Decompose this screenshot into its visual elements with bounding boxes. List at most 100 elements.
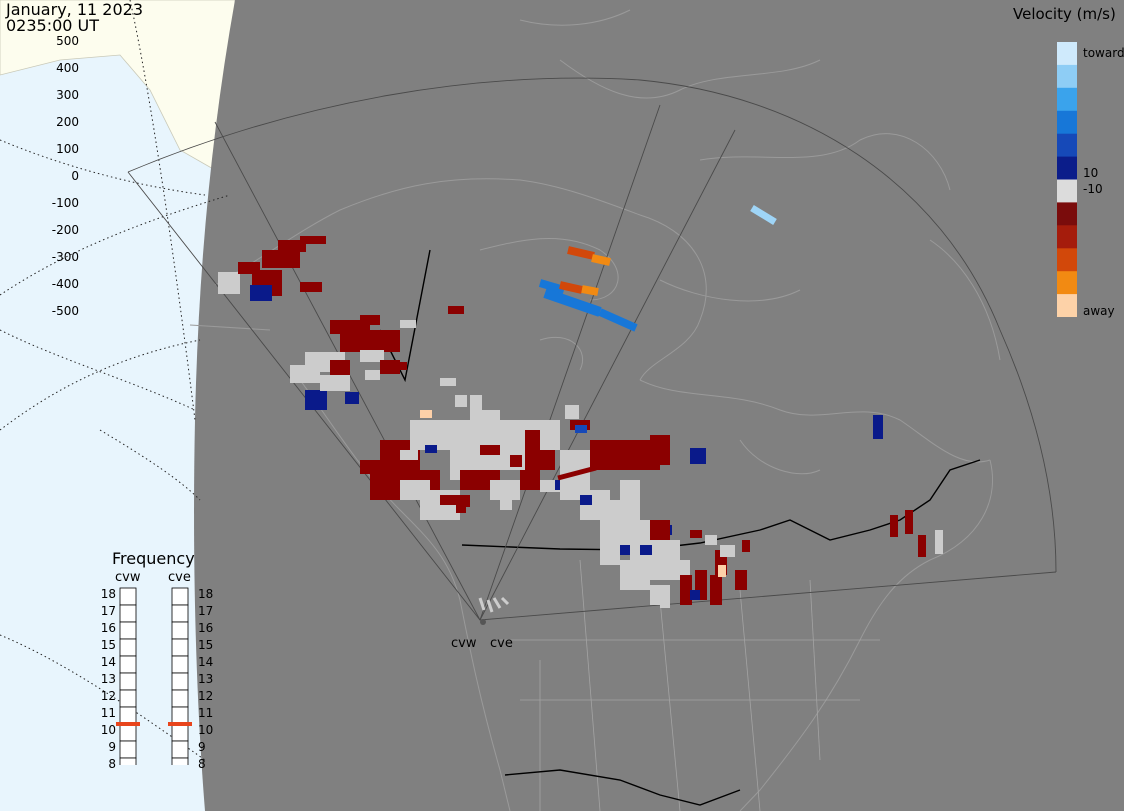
echo-cell bbox=[500, 500, 512, 510]
echo-streak bbox=[559, 281, 583, 294]
colorbar-tick-label: 100 bbox=[56, 142, 79, 156]
night-shade bbox=[194, 0, 1124, 811]
echo-cell bbox=[420, 410, 432, 418]
frequency-marker bbox=[168, 722, 192, 726]
frequency-level-label: 15 bbox=[100, 638, 116, 652]
freq-cell bbox=[119, 706, 137, 725]
freq-cell bbox=[171, 706, 189, 725]
echo-cell bbox=[710, 575, 722, 605]
colorbar-segment bbox=[1057, 225, 1077, 249]
echo-cell bbox=[935, 530, 943, 554]
frequency-level-label: 16 bbox=[100, 621, 116, 635]
freq-cell bbox=[171, 604, 189, 623]
echo-cell bbox=[365, 370, 380, 380]
echo-cell bbox=[620, 560, 650, 590]
echo-cell bbox=[490, 480, 520, 500]
frequency-level-label: 10 bbox=[198, 723, 214, 737]
freq-cell bbox=[119, 587, 137, 606]
echo-cell bbox=[425, 445, 437, 453]
freq-cell bbox=[171, 723, 189, 742]
frequency-level-label: 12 bbox=[198, 689, 214, 703]
freq-cell bbox=[119, 621, 137, 640]
echo-cell bbox=[705, 535, 717, 545]
colorbar-tick-label: -200 bbox=[51, 223, 79, 237]
freq-cell bbox=[119, 723, 137, 742]
frequency-level-label: 18 bbox=[198, 587, 214, 601]
colorbar-segment bbox=[1057, 156, 1077, 180]
colorbar-segment bbox=[1057, 294, 1077, 317]
echo-cell bbox=[718, 565, 726, 577]
echo-cell bbox=[575, 425, 587, 433]
echo-cell bbox=[540, 420, 560, 450]
echo-cell bbox=[510, 455, 522, 467]
frequency-level-label: 8 bbox=[108, 757, 116, 771]
colorbar-toward-label: toward bbox=[1083, 46, 1124, 60]
frequency-level-label: 9 bbox=[108, 740, 116, 754]
freq-cell bbox=[171, 672, 189, 691]
frequency-level-label: 11 bbox=[100, 706, 116, 720]
freq-cell bbox=[171, 587, 189, 606]
freq-radar-label-cve: cve bbox=[168, 570, 191, 585]
echo-cell bbox=[690, 590, 700, 600]
freq-cell bbox=[119, 757, 137, 765]
colorbar-tick-label: -400 bbox=[51, 277, 79, 291]
freq-cell bbox=[171, 757, 189, 765]
colorbar-away-label: away bbox=[1083, 304, 1115, 318]
echo-cell bbox=[742, 540, 750, 552]
site-label-cve: cve bbox=[490, 636, 513, 651]
colorbar-segment bbox=[1057, 64, 1077, 89]
echo-cell bbox=[580, 495, 592, 505]
echo-cell bbox=[395, 362, 407, 370]
colorbar-tick-label: -100 bbox=[51, 196, 79, 210]
freq-cell bbox=[119, 604, 137, 623]
colorbar-segment bbox=[1057, 179, 1077, 203]
frequency-level-label: 11 bbox=[198, 706, 214, 720]
freq-cell bbox=[119, 740, 137, 759]
echo-cell bbox=[218, 272, 240, 294]
echo-cell bbox=[918, 535, 926, 557]
freq-cell bbox=[171, 655, 189, 674]
echo-cell bbox=[565, 405, 579, 419]
colorbar-segment bbox=[1057, 248, 1077, 272]
echo-cell bbox=[440, 378, 456, 386]
echo-cell bbox=[660, 598, 670, 608]
echo-cell bbox=[262, 250, 300, 268]
echo-cell bbox=[640, 545, 652, 555]
echo-cell bbox=[400, 480, 430, 500]
colorbar-tick-label: 500 bbox=[56, 34, 79, 48]
echo-cell bbox=[400, 450, 418, 460]
colorbar-segment bbox=[1057, 202, 1077, 226]
echo-cell bbox=[905, 510, 913, 534]
echo-streak bbox=[591, 254, 611, 266]
frequency-level-label: 12 bbox=[100, 689, 116, 703]
echo-cell bbox=[250, 285, 272, 301]
frequency-level-label: 13 bbox=[198, 672, 214, 686]
echo-cell bbox=[456, 505, 466, 513]
frequency-level-label: 17 bbox=[100, 604, 116, 618]
freq-radar-label-cvw: cvw bbox=[115, 570, 141, 585]
colorbar-segment bbox=[1057, 42, 1077, 66]
frequency-level-label: 15 bbox=[198, 638, 214, 652]
echo-cell bbox=[455, 395, 467, 407]
colorbar-segment bbox=[1057, 110, 1077, 135]
echo-cell bbox=[890, 515, 898, 537]
echo-cell bbox=[300, 282, 322, 292]
frequency-level-label: 17 bbox=[198, 604, 214, 618]
freq-cell bbox=[119, 655, 137, 674]
colorbar-title: Velocity (m/s) bbox=[1013, 5, 1116, 23]
frequency-level-label: 9 bbox=[198, 740, 206, 754]
colorbar-tick-label: 400 bbox=[56, 61, 79, 75]
echo-cell bbox=[320, 375, 350, 391]
echo-cell bbox=[300, 236, 326, 244]
frequency-marker bbox=[116, 722, 140, 726]
colorbar-tick-label: -500 bbox=[51, 304, 79, 318]
frequency-level-label: 10 bbox=[100, 723, 116, 737]
frequency-level-label: 13 bbox=[100, 672, 116, 686]
frequency-level-label: 16 bbox=[198, 621, 214, 635]
echo-cell bbox=[735, 570, 747, 590]
echo-cell bbox=[448, 306, 464, 314]
colorbar-small-pos: 10 bbox=[1083, 166, 1099, 180]
velocity-colorbar bbox=[1057, 42, 1077, 317]
echo-cell bbox=[725, 545, 735, 557]
echo-cell bbox=[600, 545, 620, 565]
